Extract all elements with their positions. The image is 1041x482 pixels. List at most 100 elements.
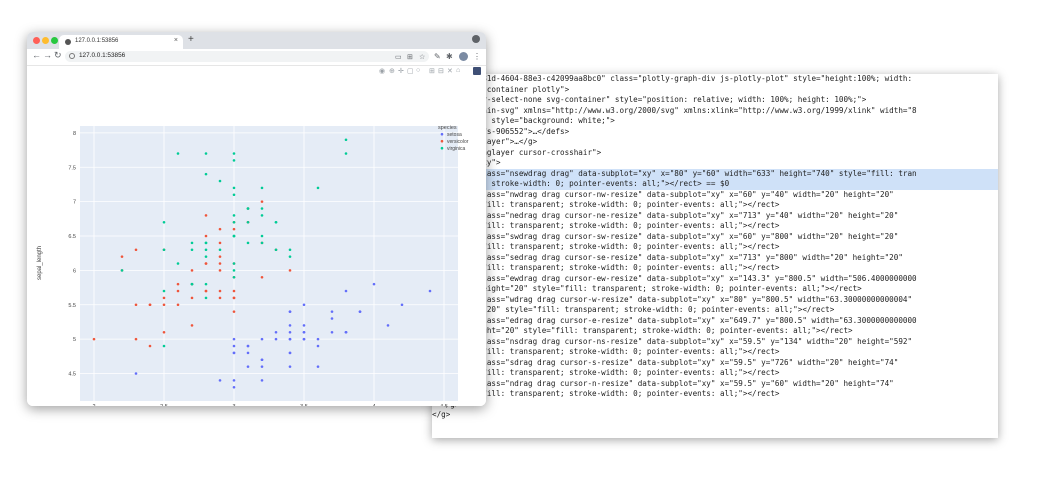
point-setosa[interactable] xyxy=(358,310,362,313)
point-versicolor[interactable] xyxy=(134,337,138,341)
point-setosa[interactable] xyxy=(232,337,236,341)
point-setosa[interactable] xyxy=(302,330,306,334)
extensions-icon[interactable]: ✱ xyxy=(446,52,453,61)
point-setosa[interactable] xyxy=(232,344,236,348)
point-versicolor[interactable] xyxy=(288,269,292,272)
dom-node-line[interactable]: 04" height="20" style="fill: transparent… xyxy=(432,326,998,337)
legend-item-versicolor[interactable]: versicolor xyxy=(447,139,469,145)
point-virginica[interactable] xyxy=(260,214,264,217)
point-setosa[interactable] xyxy=(260,365,264,368)
point-setosa[interactable] xyxy=(428,289,432,293)
dom-node-line[interactable]: <rect class="nedrag drag cursor-ne-resiz… xyxy=(432,211,998,222)
dom-node-line[interactable]: <rect class="ndrag drag cursor-n-resize"… xyxy=(432,379,998,390)
point-virginica[interactable] xyxy=(232,262,236,265)
point-versicolor[interactable] xyxy=(190,296,194,300)
dom-node-line[interactable]: style="fill: transparent; stroke-width: … xyxy=(432,221,998,232)
point-setosa[interactable] xyxy=(260,358,264,362)
point-setosa[interactable] xyxy=(400,303,404,307)
point-setosa[interactable] xyxy=(246,365,250,368)
point-versicolor[interactable] xyxy=(218,296,222,300)
dom-node-line[interactable]: <rect class="nwdrag drag cursor-nw-resiz… xyxy=(432,190,998,201)
dom-node-line[interactable]: style="fill: transparent; stroke-width: … xyxy=(432,200,998,211)
point-setosa[interactable] xyxy=(232,385,236,389)
point-virginica[interactable] xyxy=(218,179,222,183)
qr-icon[interactable]: ⊞ xyxy=(407,53,413,61)
dom-node-line[interactable]: style="fill: transparent; stroke-width: … xyxy=(432,389,998,400)
maximize-window-button[interactable] xyxy=(51,37,58,44)
point-setosa[interactable] xyxy=(232,351,236,355)
point-virginica[interactable] xyxy=(232,269,236,272)
point-setosa[interactable] xyxy=(288,365,292,368)
point-setosa[interactable] xyxy=(274,337,278,341)
point-virginica[interactable] xyxy=(232,193,236,197)
point-virginica[interactable] xyxy=(204,152,208,155)
point-versicolor[interactable] xyxy=(232,227,236,231)
point-setosa[interactable] xyxy=(288,310,292,313)
dom-node-line[interactable]: </g> xyxy=(432,400,998,411)
point-virginica[interactable] xyxy=(316,186,320,190)
dom-node-line[interactable]: </g> xyxy=(432,410,998,421)
point-virginica[interactable] xyxy=(204,248,208,252)
point-setosa[interactable] xyxy=(330,330,334,334)
point-setosa[interactable] xyxy=(330,310,334,313)
point-setosa[interactable] xyxy=(316,337,320,341)
point-virginica[interactable] xyxy=(288,248,292,252)
dom-node-line[interactable]: <rect class="nsewdrag drag" data-subplot… xyxy=(432,168,998,179)
point-setosa[interactable] xyxy=(246,351,250,355)
point-versicolor[interactable] xyxy=(162,296,166,300)
point-virginica[interactable] xyxy=(120,269,124,272)
dom-node-line[interactable]: defs id="defs-906552">…</defs> xyxy=(432,127,998,138)
dom-node-line[interactable]: 0003" height="20" style="fill: transpare… xyxy=(432,284,998,295)
point-virginica[interactable] xyxy=(232,275,236,279)
point-versicolor[interactable] xyxy=(162,330,166,334)
point-setosa[interactable] xyxy=(218,379,222,382)
point-setosa[interactable] xyxy=(288,337,292,341)
point-setosa[interactable] xyxy=(288,351,292,355)
point-setosa[interactable] xyxy=(288,330,292,334)
point-virginica[interactable] xyxy=(246,207,250,210)
point-virginica[interactable] xyxy=(218,248,222,252)
point-virginica[interactable] xyxy=(232,186,236,190)
point-versicolor[interactable] xyxy=(92,337,96,341)
legend-marker-setosa[interactable] xyxy=(440,132,444,136)
point-setosa[interactable] xyxy=(274,330,278,334)
point-virginica[interactable] xyxy=(274,220,278,224)
eyedropper-icon[interactable]: ✎ xyxy=(434,52,441,61)
point-versicolor[interactable] xyxy=(204,214,208,217)
point-virginica[interactable] xyxy=(260,234,264,238)
point-virginica[interactable] xyxy=(232,152,236,155)
point-virginica[interactable] xyxy=(162,248,166,252)
point-setosa[interactable] xyxy=(232,379,236,382)
window-menu-icon[interactable] xyxy=(472,35,480,43)
point-virginica[interactable] xyxy=(162,289,166,293)
point-versicolor[interactable] xyxy=(232,289,236,293)
dom-node-line[interactable]: vg class="main-svg" xmlns="http://www.w3… xyxy=(432,106,998,117)
point-setosa[interactable] xyxy=(288,324,292,327)
bookmark-star-icon[interactable]: ☆ xyxy=(419,53,425,61)
point-virginica[interactable] xyxy=(344,138,348,142)
point-virginica[interactable] xyxy=(162,344,166,348)
close-window-button[interactable] xyxy=(33,37,40,44)
point-versicolor[interactable] xyxy=(204,262,208,265)
point-setosa[interactable] xyxy=(330,317,334,320)
point-setosa[interactable] xyxy=(302,303,306,307)
back-icon[interactable]: ← xyxy=(32,50,41,60)
point-versicolor[interactable] xyxy=(120,255,124,258)
point-virginica[interactable] xyxy=(246,241,250,245)
dom-node-line[interactable]: ▾<g class="xy"> xyxy=(432,158,998,169)
point-versicolor[interactable] xyxy=(148,344,152,348)
dom-node-line[interactable]: <rect class="ewdrag drag cursor-ew-resiz… xyxy=(432,274,998,285)
point-versicolor[interactable] xyxy=(260,275,264,279)
legend-item-virginica[interactable]: virginica xyxy=(447,146,466,152)
point-setosa[interactable] xyxy=(302,324,306,327)
point-versicolor[interactable] xyxy=(218,262,222,265)
dom-node-line[interactable]: class="plot-container plotly"> xyxy=(432,85,998,96)
point-versicolor[interactable] xyxy=(218,255,222,258)
point-setosa[interactable] xyxy=(260,337,264,341)
close-tab-icon[interactable]: × xyxy=(174,37,178,44)
point-versicolor[interactable] xyxy=(134,303,138,307)
dom-node-line[interactable]: <rect class="wdrag drag cursor-w-resize"… xyxy=(432,295,998,306)
point-versicolor[interactable] xyxy=(176,303,180,307)
point-setosa[interactable] xyxy=(316,365,320,368)
dom-node-line[interactable]: <rect class="sdrag drag cursor-s-resize"… xyxy=(432,358,998,369)
